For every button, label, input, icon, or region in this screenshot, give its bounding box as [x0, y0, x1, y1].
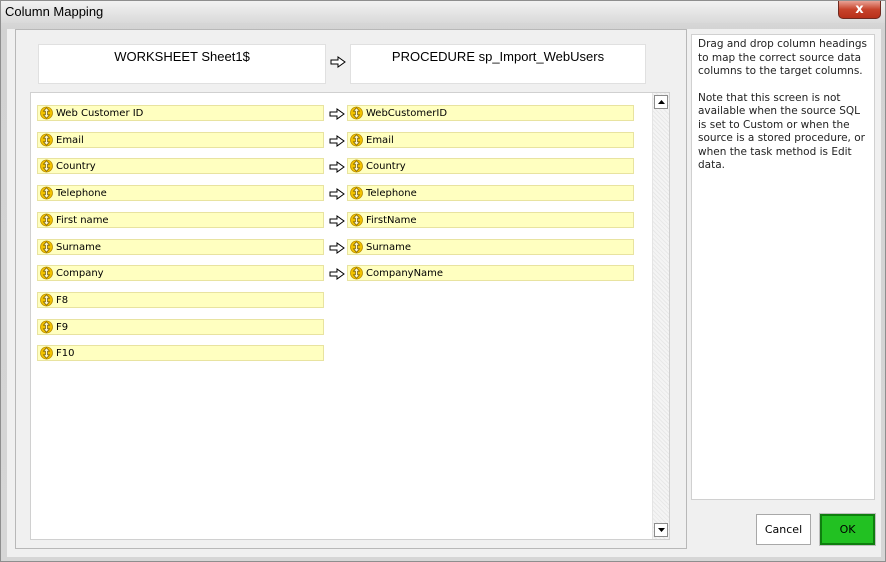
mapping-list[interactable]: Web Customer ID Email Country Telephone Firs… [30, 92, 670, 540]
drag-updown-icon [350, 159, 363, 173]
source-column-item-label: First name [56, 214, 109, 226]
drag-updown-icon [350, 133, 363, 147]
drag-updown-icon [40, 186, 53, 200]
drag-updown-icon [40, 106, 53, 120]
source-column-item[interactable]: Country [37, 158, 324, 174]
drag-updown-icon [350, 106, 363, 120]
source-column-item-label: F9 [56, 321, 69, 333]
target-column-item[interactable]: Email [347, 132, 634, 148]
target-column-item-label: Country [366, 160, 406, 172]
scroll-down-icon [657, 528, 665, 532]
close-button[interactable]: x [838, 1, 881, 19]
drag-updown-icon [40, 213, 53, 227]
target-column-item-label: WebCustomerID [366, 107, 448, 119]
source-column-item[interactable]: F10 [37, 345, 324, 361]
target-column-item-label: Telephone [366, 187, 417, 199]
source-column-item-label: F8 [56, 294, 69, 306]
target-column-item-label: Surname [366, 241, 411, 253]
title-bar[interactable]: Column Mapping x [1, 1, 885, 23]
right-arrow-icon [329, 268, 345, 280]
scroll-down-button[interactable] [654, 523, 668, 537]
source-column-item-label: Telephone [56, 187, 107, 199]
right-arrow-icon [329, 135, 345, 147]
source-column-item[interactable]: Company [37, 265, 324, 281]
drag-updown-icon [40, 266, 53, 280]
target-column-item[interactable]: Surname [347, 239, 634, 255]
target-column-item-label: FirstName [366, 214, 417, 226]
drag-updown-icon [40, 346, 53, 360]
target-column-item-label: Email [366, 134, 394, 146]
drag-updown-icon [350, 240, 363, 254]
dialog-body: WORKSHEET Sheet1$ PROCEDURE sp_Import_We… [7, 29, 881, 557]
right-arrow-icon [329, 161, 345, 173]
target-column-item[interactable]: Country [347, 158, 634, 174]
right-arrow-icon [330, 56, 346, 68]
source-header: WORKSHEET Sheet1$ [38, 44, 326, 84]
drag-updown-icon [40, 320, 53, 334]
target-header: PROCEDURE sp_Import_WebUsers [350, 44, 646, 84]
drag-updown-icon [40, 133, 53, 147]
drag-updown-icon [350, 186, 363, 200]
drag-updown-icon [350, 213, 363, 227]
right-arrow-icon [329, 242, 345, 254]
source-column-item[interactable]: Email [37, 132, 324, 148]
target-column-item-label: CompanyName [366, 267, 444, 279]
source-column-item[interactable]: Surname [37, 239, 324, 255]
right-arrow-icon [329, 108, 345, 120]
target-column-item[interactable]: WebCustomerID [347, 105, 634, 121]
drag-updown-icon [40, 159, 53, 173]
vertical-scrollbar[interactable] [652, 93, 669, 539]
source-column-item-label: Company [56, 267, 104, 279]
source-column-item[interactable]: First name [37, 212, 324, 228]
right-arrow-icon [329, 188, 345, 200]
source-column-item-label: F10 [56, 347, 75, 359]
instructions-text-1: Drag and drop column headings to map the… [698, 38, 868, 77]
drag-updown-icon [40, 240, 53, 254]
instructions-text-2: Note that this screen is not available w… [698, 91, 865, 172]
cancel-button[interactable]: Cancel [756, 514, 811, 545]
drag-updown-icon [40, 293, 53, 307]
target-column-item[interactable]: CompanyName [347, 265, 634, 281]
target-column-item[interactable]: Telephone [347, 185, 634, 201]
source-column-item-label: Email [56, 134, 84, 146]
drag-updown-icon [350, 266, 363, 280]
scroll-up-button[interactable] [654, 95, 668, 109]
source-column-item-label: Country [56, 160, 96, 172]
right-arrow-icon [329, 215, 345, 227]
instructions-panel: Drag and drop column headings to map the… [691, 34, 875, 500]
scroll-up-icon [657, 100, 665, 104]
source-column-item-label: Surname [56, 241, 101, 253]
source-column-item-label: Web Customer ID [56, 107, 144, 119]
ok-button[interactable]: OK [819, 513, 876, 546]
column-mapping-window: Column Mapping x WORKSHEET Sheet1$ PROCE… [0, 0, 886, 562]
mapping-group: WORKSHEET Sheet1$ PROCEDURE sp_Import_We… [15, 29, 687, 549]
target-column-item[interactable]: FirstName [347, 212, 634, 228]
window-title: Column Mapping [5, 4, 104, 19]
source-column-item[interactable]: Telephone [37, 185, 324, 201]
source-column-item[interactable]: F8 [37, 292, 324, 308]
source-column-item[interactable]: Web Customer ID [37, 105, 324, 121]
source-column-item[interactable]: F9 [37, 319, 324, 335]
